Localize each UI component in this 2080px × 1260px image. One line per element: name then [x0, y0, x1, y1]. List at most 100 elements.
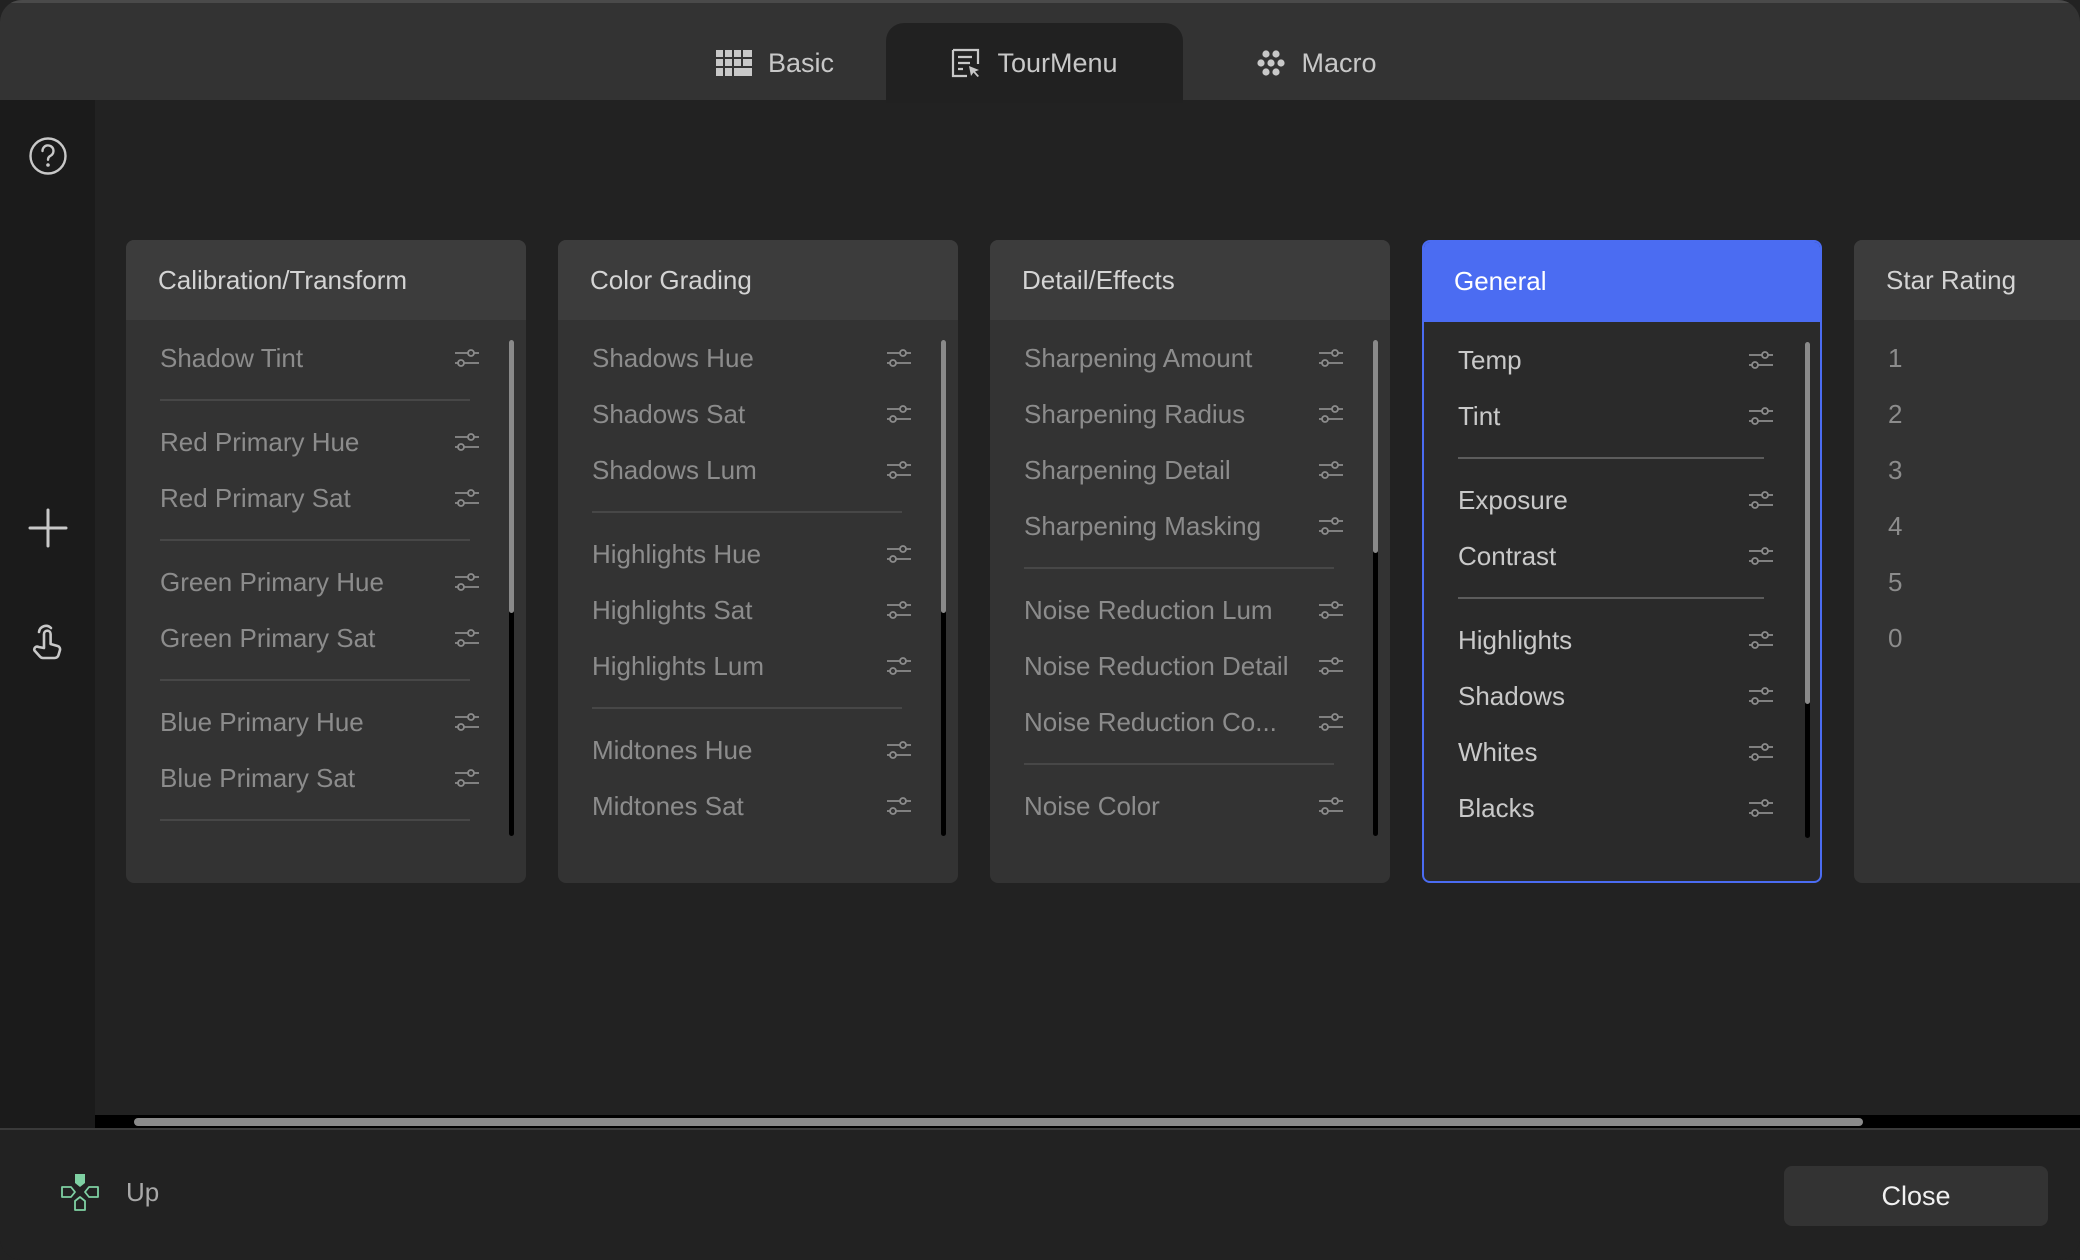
horizontal-scrollbar-thumb[interactable] — [134, 1118, 1863, 1126]
horizontal-scrollbar[interactable] — [95, 1115, 2080, 1128]
sliders-icon — [1749, 547, 1773, 565]
menu-item[interactable]: Noise Reduction Detail — [990, 638, 1390, 694]
menu-item[interactable]: Blue Primary Hue — [126, 694, 526, 750]
menu-item[interactable]: Exposure — [1424, 472, 1820, 528]
scrollbar-thumb[interactable] — [1373, 340, 1378, 553]
menu-cursor-icon — [952, 48, 980, 78]
tab-macro-label: Macro — [1301, 47, 1377, 78]
menu-item[interactable]: Green Primary Sat — [126, 610, 526, 666]
menu-item-label: Blacks — [1458, 792, 1535, 823]
menu-item[interactable]: Red Primary Hue — [126, 414, 526, 470]
card-scrollbar[interactable] — [941, 340, 946, 836]
star-rating-item[interactable]: 0 — [1854, 610, 2080, 666]
card-item-list: Shadow Tint Red Primary Hue Red Primary Sa… — [126, 320, 526, 850]
menu-item[interactable]: Noise Reduction Co... — [990, 694, 1390, 750]
group-divider — [126, 806, 526, 834]
menu-item-label: Sharpening Radius — [1024, 398, 1246, 429]
menu-item-label: Noise Reduction Detail — [1024, 650, 1289, 681]
menu-item[interactable]: Shadow Tint — [126, 330, 526, 386]
close-button[interactable]: Close — [1784, 1166, 2048, 1226]
tab-macro[interactable]: Macro — [1232, 23, 1402, 103]
card-scrollbar[interactable] — [1373, 340, 1378, 836]
scrollbar-thumb[interactable] — [941, 340, 946, 613]
sliders-icon — [1319, 797, 1343, 815]
sliders-icon — [1319, 349, 1343, 367]
menu-item[interactable]: Highlights Lum — [558, 638, 958, 694]
menu-item[interactable]: Sharpening Radius — [990, 386, 1390, 442]
menu-item-label: Highlights Sat — [592, 594, 753, 625]
menu-item-label: Noise Color — [1024, 790, 1160, 821]
sliders-icon — [1749, 407, 1773, 425]
menu-item[interactable]: Tint — [1424, 388, 1820, 444]
menu-item[interactable]: Blue Primary Sat — [126, 750, 526, 806]
sliders-icon — [455, 629, 479, 647]
menu-item[interactable]: Highlights — [1424, 612, 1820, 668]
sliders-icon — [455, 349, 479, 367]
tab-tourmenu[interactable]: TourMenu — [886, 23, 1183, 103]
menu-item[interactable]: Sharpening Masking — [990, 498, 1390, 554]
menu-item-label: Sharpening Amount — [1024, 342, 1253, 373]
menu-item[interactable]: Noise Color — [990, 778, 1390, 834]
menu-item[interactable]: Noise Reduction Lum — [990, 582, 1390, 638]
menu-item[interactable]: Contrast — [1424, 528, 1820, 584]
category-card-calibration[interactable]: Calibration/Transform Shadow Tint Red Pri… — [126, 240, 526, 883]
menu-item-label: Shadows Hue — [592, 342, 754, 373]
card-scrollbar[interactable] — [1805, 342, 1810, 838]
category-card-star-rating[interactable]: Star Rating 123450 — [1854, 240, 2080, 883]
star-rating-item[interactable]: 3 — [1854, 442, 2080, 498]
category-card-general[interactable]: General Temp Tint Exposure Contrast Highligh… — [1422, 240, 1822, 883]
menu-item-label: Highlights Lum — [592, 650, 764, 681]
sliders-icon — [455, 573, 479, 591]
menu-item[interactable]: Highlights Sat — [558, 582, 958, 638]
menu-item[interactable]: Sharpening Amount — [990, 330, 1390, 386]
menu-item[interactable]: Shadows — [1424, 668, 1820, 724]
tab-basic[interactable]: Basic — [690, 23, 860, 103]
menu-item[interactable]: Midtones Sat — [558, 778, 958, 834]
menu-item[interactable]: Shadows Hue — [558, 330, 958, 386]
group-divider — [558, 694, 958, 722]
menu-item-label: Contrast — [1458, 540, 1557, 571]
menu-item[interactable]: Green Primary Hue — [126, 554, 526, 610]
hand-pointer-icon — [33, 624, 62, 660]
menu-item[interactable]: Temp — [1424, 332, 1820, 388]
sliders-icon — [887, 461, 911, 479]
menu-item[interactable]: Shadows Lum — [558, 442, 958, 498]
left-sidebar — [0, 100, 95, 1128]
menu-item-label: Red Primary Hue — [160, 426, 360, 457]
card-item-list: Shadows Hue Shadows Sat Shadows Lum Highlig… — [558, 320, 958, 850]
touch-button[interactable] — [22, 616, 74, 668]
menu-item-label: Temp — [1458, 344, 1522, 375]
group-divider — [990, 554, 1390, 582]
menu-item[interactable]: Highlights Hue — [558, 526, 958, 582]
sliders-icon — [887, 349, 911, 367]
menu-item[interactable]: Midtones Hue — [558, 722, 958, 778]
category-card-detail-effects[interactable]: Detail/Effects Sharpening Amount Sharpeni… — [990, 240, 1390, 883]
menu-item[interactable]: Red Primary Sat — [126, 470, 526, 526]
scrollbar-thumb[interactable] — [1805, 342, 1810, 704]
group-divider — [126, 666, 526, 694]
menu-item[interactable]: Blacks — [1424, 780, 1820, 836]
scrollbar-thumb[interactable] — [509, 340, 514, 613]
star-rating-item[interactable]: 5 — [1854, 554, 2080, 610]
tab-tourmenu-label: TourMenu — [997, 47, 1118, 78]
menu-item[interactable]: Shadows Sat — [558, 386, 958, 442]
menu-item[interactable]: Sharpening Detail — [990, 442, 1390, 498]
star-rating-item[interactable]: 4 — [1854, 498, 2080, 554]
star-rating-item[interactable]: 2 — [1854, 386, 2080, 442]
group-divider — [126, 526, 526, 554]
keyboard-grid-icon — [715, 50, 752, 76]
help-button[interactable] — [22, 130, 74, 182]
group-divider — [990, 750, 1390, 778]
menu-item[interactable]: Whites — [1424, 724, 1820, 780]
card-title: Color Grading — [558, 240, 958, 320]
menu-item-label: Noise Reduction Co... — [1024, 706, 1277, 737]
dpad-up-icon — [61, 1174, 99, 1211]
menu-item-label: Blue Primary Sat — [160, 762, 356, 793]
star-rating-item[interactable]: 1 — [1854, 330, 2080, 386]
card-title: General — [1424, 242, 1820, 322]
add-button[interactable] — [22, 502, 74, 554]
menu-item-label: Red Primary Sat — [160, 482, 351, 513]
group-divider — [1424, 444, 1820, 472]
category-card-color-grading[interactable]: Color Grading Shadows Hue Shadows Sat Shad… — [558, 240, 958, 883]
card-scrollbar[interactable] — [509, 340, 514, 836]
